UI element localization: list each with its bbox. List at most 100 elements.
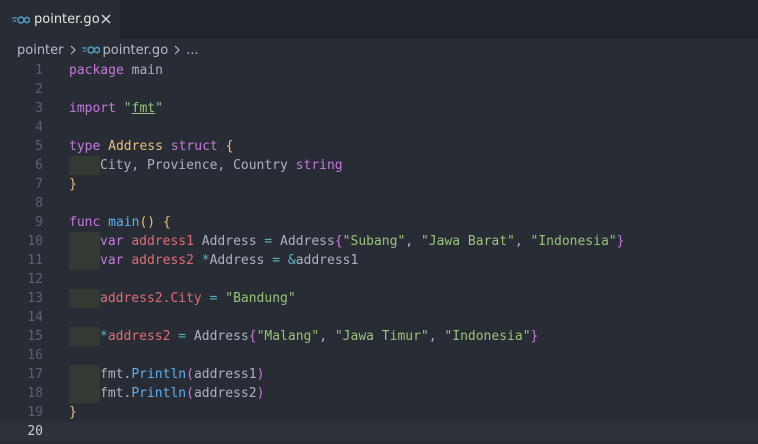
code-token: address2	[193, 386, 257, 401]
code-content: package main	[69, 61, 163, 80]
code-token: fmt.	[100, 367, 132, 382]
code-token: ,	[319, 329, 335, 344]
code-line[interactable]: 16	[0, 346, 758, 365]
code-editor[interactable]: 1 package main 2 3 import "fmt" 4 5 type Addres…	[0, 61, 758, 444]
code-content: var address2 *Address = &address1	[69, 251, 358, 270]
code-line[interactable]: 3 import "fmt"	[0, 99, 758, 118]
code-token: }	[69, 177, 77, 192]
line-number: 12	[27, 272, 43, 287]
indent-guide	[69, 289, 100, 308]
indent-guide	[69, 365, 100, 384]
code-token: address2	[131, 253, 194, 268]
close-icon[interactable]	[99, 12, 113, 26]
line-number: 16	[27, 348, 43, 363]
breadcrumb-more[interactable]: ...	[186, 43, 198, 58]
code-line[interactable]: 11 var address2 *Address = &address1	[0, 251, 758, 270]
code-token: *	[201, 253, 210, 268]
code-line[interactable]: 12	[0, 270, 758, 289]
tab-pointer-go[interactable]: pointer.go	[0, 0, 120, 39]
tab-label: pointer.go	[34, 12, 100, 27]
code-token: Address	[272, 234, 335, 249]
code-line[interactable]: 6 City, Provience, Country string	[0, 156, 758, 175]
code-token: type	[69, 139, 101, 154]
line-number: 13	[27, 291, 43, 306]
code-token: ,	[428, 329, 445, 344]
code-line[interactable]: 9 func main() {	[0, 213, 758, 232]
code-token: package	[69, 63, 124, 78]
code-token: }	[530, 329, 539, 344]
code-line[interactable]: 14	[0, 308, 758, 327]
code-token: {	[162, 215, 171, 230]
code-line[interactable]: 2	[0, 80, 758, 99]
code-token: ()	[139, 215, 156, 230]
code-line[interactable]: 20	[0, 422, 758, 441]
code-token: {	[225, 139, 234, 154]
code-token: Println	[131, 367, 187, 382]
breadcrumb-folder[interactable]: pointer	[17, 43, 64, 58]
code-content: fmt.Println(address1)	[69, 365, 264, 384]
line-number: 19	[27, 405, 43, 420]
line-number: 8	[35, 196, 43, 211]
code-line[interactable]: 19}	[0, 403, 758, 422]
go-file-icon	[12, 15, 30, 24]
code-token: )	[256, 367, 265, 382]
code-token: =	[178, 329, 187, 344]
code-token: main	[108, 215, 140, 230]
code-line[interactable]: 17 fmt.Println(address1)	[0, 365, 758, 384]
code-token: Address	[209, 253, 273, 268]
code-token: Address	[186, 329, 249, 344]
code-token: string	[295, 158, 343, 173]
code-line[interactable]: 1 package main	[0, 61, 758, 80]
line-number: 1	[35, 63, 43, 78]
go-file-icon	[81, 46, 100, 54]
line-number: 20	[27, 424, 43, 439]
code-token: ,	[514, 234, 531, 249]
line-number: 5	[35, 139, 43, 154]
line-number: 7	[35, 177, 43, 192]
code-line[interactable]: 18 fmt.Println(address2)	[0, 384, 758, 403]
code-content: type Address struct {	[69, 137, 233, 156]
line-number: 9	[35, 215, 43, 230]
line-number: 2	[35, 82, 43, 97]
code-token: "	[123, 101, 132, 116]
tab-bar: pointer.go	[0, 0, 758, 39]
code-token: "	[155, 101, 163, 116]
code-token: Address	[108, 139, 163, 154]
code-token: {	[334, 234, 343, 249]
code-content: }	[69, 175, 77, 194]
line-number: 4	[35, 120, 43, 135]
code-token: main	[123, 63, 163, 78]
code-token: )	[256, 386, 265, 401]
chevron-right-icon	[70, 45, 76, 55]
code-token: fmt	[131, 101, 156, 116]
code-token: "Malang"	[256, 329, 320, 344]
code-line[interactable]: 13 address2.City = "Bandung"	[0, 289, 758, 308]
code-line[interactable]: 15 *address2 = Address{"Malang", "Jawa Ti…	[0, 327, 758, 346]
code-line[interactable]: 10 var address1 Address = Address{"Subang…	[0, 232, 758, 251]
code-line[interactable]: 8	[0, 194, 758, 213]
code-token: City, Provience, Country	[100, 158, 296, 173]
code-token: func	[69, 215, 101, 230]
code-line[interactable]: 7}	[0, 175, 758, 194]
code-content: var address1 Address = Address{"Subang",…	[69, 232, 624, 251]
code-token: *	[100, 329, 108, 344]
code-token: &	[287, 253, 296, 268]
code-line[interactable]: 4	[0, 118, 758, 137]
code-token: (	[186, 386, 194, 401]
breadcrumb: pointer pointer.go ...	[0, 39, 758, 61]
line-number: 15	[27, 329, 43, 344]
code-token: import	[69, 101, 116, 116]
code-token: address1	[193, 367, 257, 382]
code-token: =	[272, 253, 281, 268]
breadcrumb-file[interactable]: pointer.go	[103, 43, 169, 58]
code-token: Println	[131, 386, 187, 401]
code-content: import "fmt"	[69, 99, 163, 118]
code-line[interactable]: 5 type Address struct {	[0, 137, 758, 156]
